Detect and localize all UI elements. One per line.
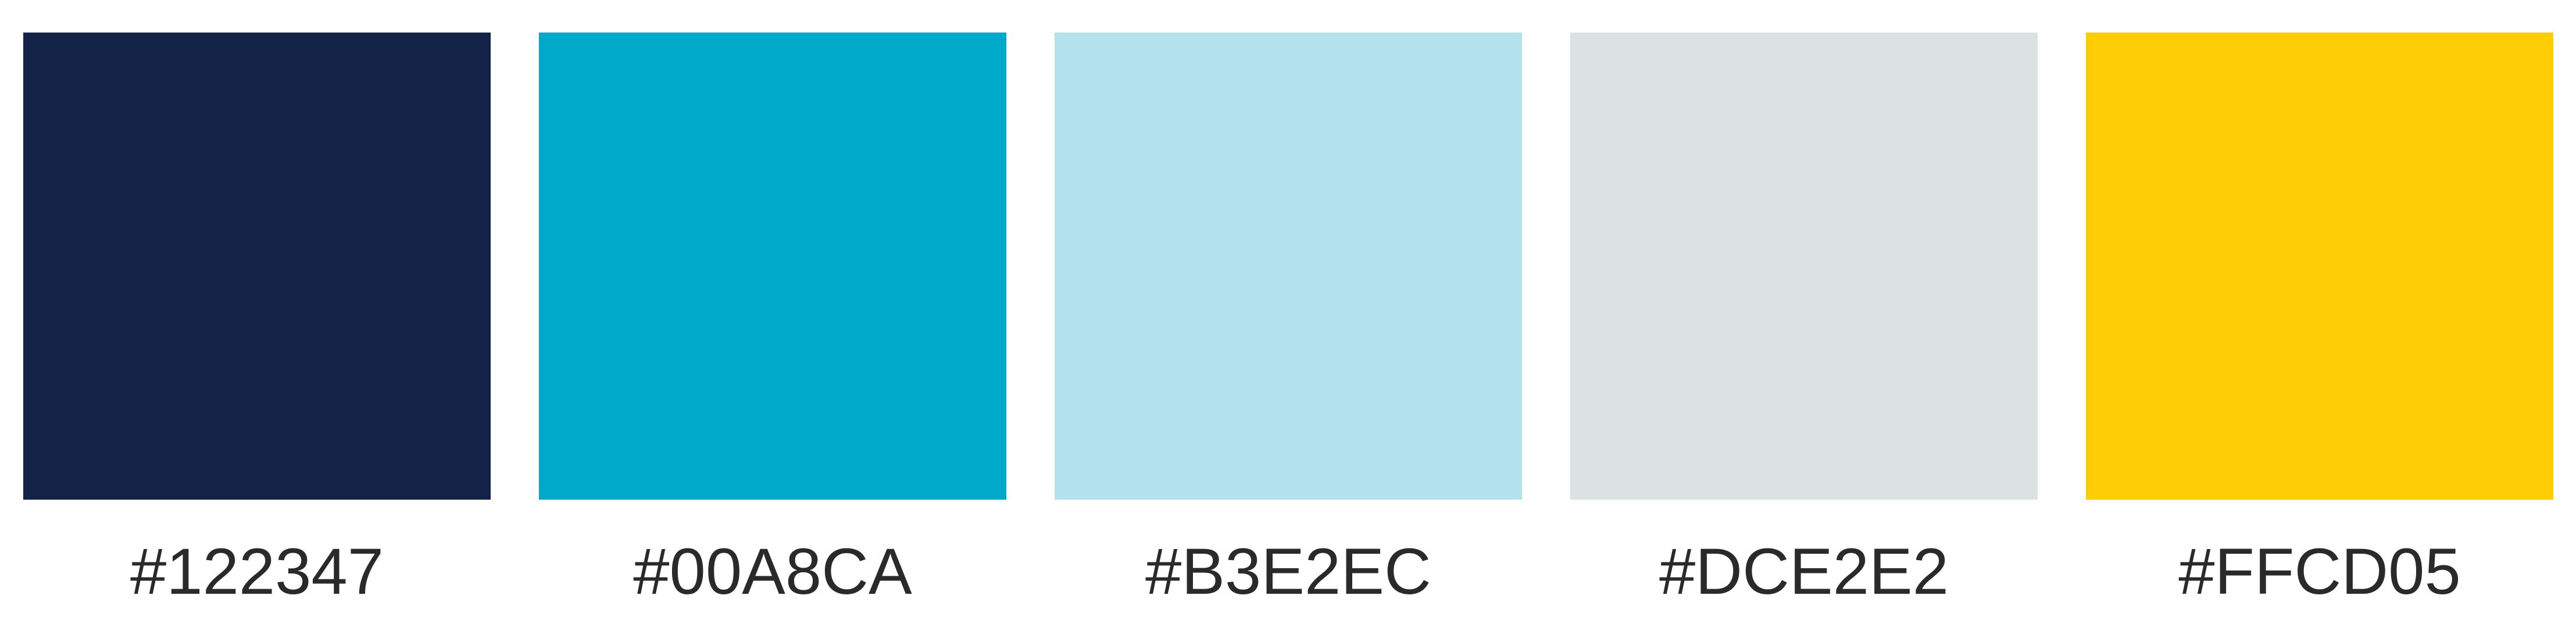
hex-label: #00A8CA bbox=[633, 535, 912, 608]
color-chip bbox=[23, 33, 491, 500]
swatch-5: #FFCD05 bbox=[2086, 33, 2553, 607]
swatch-2: #00A8CA bbox=[539, 33, 1006, 607]
color-chip bbox=[2086, 33, 2553, 500]
swatch-1: #122347 bbox=[23, 33, 491, 607]
color-chip bbox=[1570, 33, 2038, 500]
hex-label: #DCE2E2 bbox=[1659, 535, 1949, 608]
color-chip bbox=[539, 33, 1006, 500]
color-palette: #122347 #00A8CA #B3E2EC #DCE2E2 #FFCD05 bbox=[0, 0, 2576, 624]
swatch-4: #DCE2E2 bbox=[1570, 33, 2038, 607]
hex-label: #FFCD05 bbox=[2178, 535, 2461, 608]
swatch-3: #B3E2EC bbox=[1055, 33, 1522, 607]
hex-label: #122347 bbox=[130, 535, 384, 608]
color-chip bbox=[1055, 33, 1522, 500]
hex-label: #B3E2EC bbox=[1145, 535, 1431, 608]
